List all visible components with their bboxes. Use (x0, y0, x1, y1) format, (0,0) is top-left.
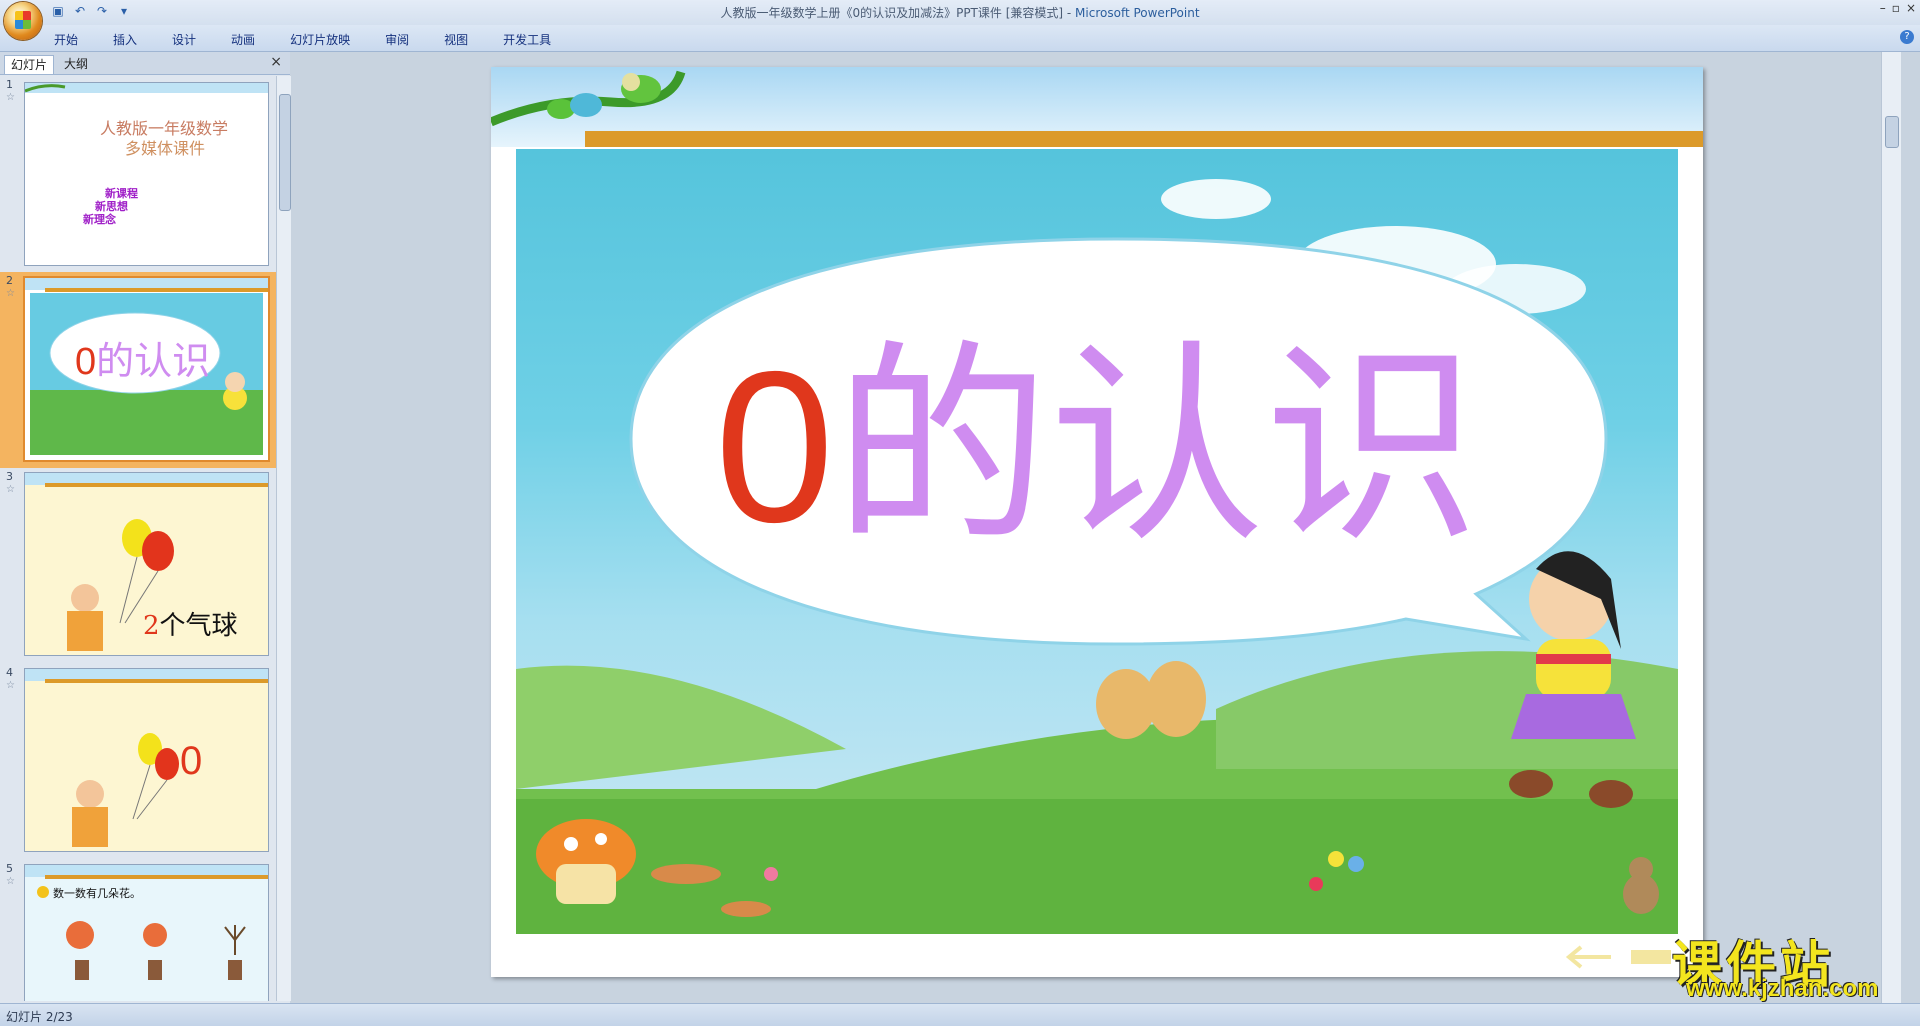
title-zero: 0 (714, 326, 835, 567)
thumb-header-decoration (25, 83, 268, 93)
slide-thumbnail-3[interactable]: 2个气球 (24, 472, 269, 656)
next-arrow-icon (1631, 950, 1671, 964)
slide-canvas[interactable]: 0的认识 (491, 67, 1703, 977)
watermark-url: www.kjzhan.com (1686, 975, 1879, 1002)
thumbnail-row[interactable]: 5 ☆ 数一数有几朵花。 (0, 860, 276, 1001)
pane-tabs: 幻灯片 大纲 × (0, 52, 290, 75)
maximize-icon[interactable]: ▫ (1892, 1, 1900, 15)
slide-number: 2 (6, 274, 13, 287)
thumb-zero: 0 (75, 341, 97, 383)
animation-star-icon: ☆ (6, 288, 15, 299)
window-controls: – ▫ × (1880, 1, 1916, 15)
thumbnail-row[interactable]: 1 ☆ 人教版一年级数学 多媒体课件 新课程 新思想 新理念 (0, 76, 276, 272)
tab-view[interactable]: 视图 (440, 29, 472, 50)
slide-number: 4 (6, 666, 13, 679)
tab-home[interactable]: 开始 (50, 29, 82, 50)
ribbon-tabs: 开始 插入 设计 动画 幻灯片放映 审阅 视图 开发工具 (50, 29, 582, 50)
nav-arrows (1565, 945, 1671, 969)
status-bar: 幻灯片 2/23 (0, 1003, 1920, 1026)
slides-pane: 幻灯片 大纲 × 1 ☆ 人教版一年级数学 多媒体课件 新课程 新思想 新理念 … (0, 52, 291, 1003)
slide-number: 5 (6, 862, 13, 875)
tab-outline[interactable]: 大纲 (58, 55, 94, 73)
tab-insert[interactable]: 插入 (109, 29, 141, 50)
help-icon[interactable]: ? (1900, 30, 1914, 44)
scroll-thumb[interactable] (279, 94, 291, 211)
slide-thumbnail-5[interactable]: 数一数有几朵花。 (24, 864, 269, 1001)
scroll-thumb[interactable] (1885, 116, 1899, 148)
prev-arrow-icon (1565, 945, 1611, 969)
tab-slideshow[interactable]: 幻灯片放映 (286, 29, 354, 50)
tab-developer[interactable]: 开发工具 (499, 29, 555, 50)
tab-animations[interactable]: 动画 (227, 29, 259, 50)
thumb-title-line2: 多媒体课件 (125, 139, 206, 158)
ribbon: 开始 插入 设计 动画 幻灯片放映 审阅 视图 开发工具 ? (0, 25, 1920, 52)
slide-number: 3 (6, 470, 13, 483)
slide-thumbnail-1[interactable]: 人教版一年级数学 多媒体课件 新课程 新思想 新理念 (24, 82, 269, 266)
thumb-sub-3: 新理念 (83, 213, 116, 226)
title-rest: 的认识 (834, 321, 1480, 572)
slide-thumbnail-4[interactable]: 0 (24, 668, 269, 852)
slide-title[interactable]: 0的认识 (516, 339, 1678, 554)
tab-slides[interactable]: 幻灯片 (4, 55, 55, 74)
slide-thumbnails: 1 ☆ 人教版一年级数学 多媒体课件 新课程 新思想 新理念 2 ☆ 0的认识 … (0, 76, 276, 1001)
thumbnail-row-selected[interactable]: 2 ☆ 0的认识 (0, 272, 276, 468)
slide-thumbnail-2[interactable]: 0的认识 (23, 276, 270, 462)
header-bar (585, 131, 1703, 147)
window-title: 人教版一年级数学上册《0的认识及加减法》PPT课件 [兼容模式] - Micro… (0, 4, 1920, 21)
document-title: 人教版一年级数学上册《0的认识及加减法》PPT课件 [兼容模式] - (720, 6, 1072, 20)
thumb-zero: 0 (180, 739, 203, 783)
app-name: Microsoft PowerPoint (1075, 6, 1200, 20)
thumbnail-row[interactable]: 3 ☆ 2个气球 (0, 468, 276, 664)
slide-scene: 0的认识 (516, 149, 1678, 934)
slide-scrollbar[interactable] (1881, 52, 1901, 1003)
office-logo-icon (15, 11, 31, 29)
slide-count: 幻灯片 2/23 (6, 1010, 73, 1024)
thumb-label: 数一数有几朵花。 (53, 887, 141, 900)
thumb-text: 2个气球 (143, 605, 238, 642)
animation-star-icon: ☆ (6, 484, 15, 495)
title-bar: ▣ ↶ ↷ ▾ 人教版一年级数学上册《0的认识及加减法》PPT课件 [兼容模式]… (0, 0, 1920, 40)
pane-close-icon[interactable]: × (270, 54, 282, 70)
thumb-title: 0的认识 (75, 330, 210, 385)
thumb-number: 2 (143, 611, 160, 641)
thumb-title-rest: 的认识 (96, 339, 211, 383)
animation-star-icon: ☆ (6, 876, 15, 887)
close-icon[interactable]: × (1906, 1, 1916, 15)
slide-editor: 0的认识 (291, 52, 1901, 1003)
watermark: 课件站 www.kjzhan.com (1672, 925, 1902, 1002)
animation-star-icon: ☆ (6, 680, 15, 691)
thumbnail-row[interactable]: 4 ☆ 0 (0, 664, 276, 860)
thumbnails-scrollbar[interactable] (276, 76, 291, 1001)
thumb-text-rest: 个气球 (159, 611, 238, 641)
thumb-scene (25, 669, 268, 847)
minimize-icon[interactable]: – (1880, 1, 1886, 15)
tab-design[interactable]: 设计 (168, 29, 200, 50)
office-button[interactable] (4, 2, 42, 40)
slide-number: 1 (6, 78, 13, 91)
animation-star-icon: ☆ (6, 92, 15, 103)
tab-review[interactable]: 审阅 (381, 29, 413, 50)
